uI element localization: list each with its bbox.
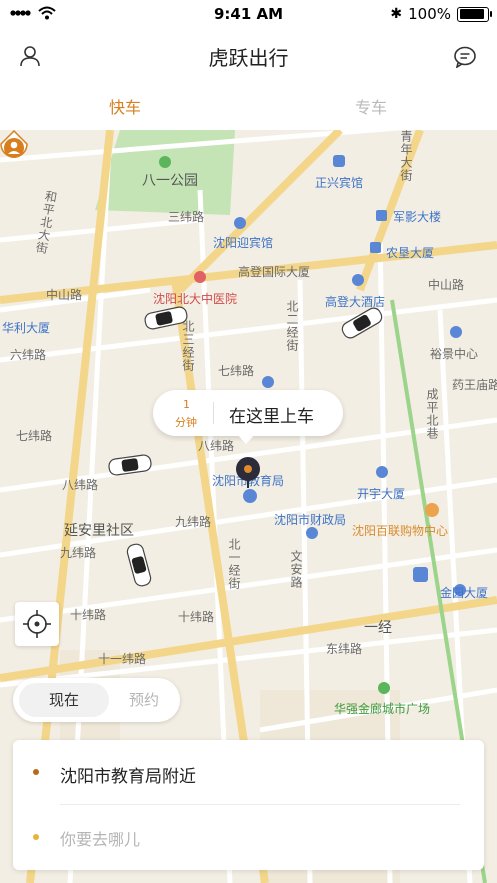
map-label-community: 延安里社区 xyxy=(64,523,134,539)
map-label-road-qiwei: 七纬路 xyxy=(218,364,255,378)
map-label-garden: 金园大厦 xyxy=(440,586,489,600)
map-label-hospital: 沈阳北大中医院 xyxy=(153,292,238,306)
tab-express[interactable]: 快车 xyxy=(109,94,141,118)
trip-divider xyxy=(60,804,460,805)
map-label-building1: 军影大楼 xyxy=(393,210,442,224)
map-label-road-bawei-w: 八纬路 xyxy=(62,478,99,492)
map-label-road-yaowang: 药王庙路 xyxy=(452,378,497,392)
bubble-tail xyxy=(237,434,255,444)
map-label-finance: 沈阳市财政局 xyxy=(274,513,347,527)
battery-percent: 100% xyxy=(408,5,451,23)
battery-icon xyxy=(457,6,492,22)
bluetooth-icon: ✱ xyxy=(390,6,403,22)
map-label-plaza: 华强金廊城市广场 xyxy=(334,702,431,716)
map-label-road-jiuwei-w: 九纬路 xyxy=(60,546,97,560)
map-label-building6: 开宇大厦 xyxy=(357,487,406,501)
map-label-road-erjing: 北二经街 xyxy=(285,300,299,352)
map-label-road-chengwai: 成平北巷 xyxy=(425,388,439,440)
map-label-road-bawei: 八纬路 xyxy=(198,439,235,453)
map-label-building4: 华利大厦 xyxy=(2,321,51,335)
map-label-building5: 裕景中心 xyxy=(430,347,479,361)
message-icon[interactable] xyxy=(453,46,477,68)
map-label-road-dongwei: 东纬路 xyxy=(326,642,363,656)
time-toggle: 现在 预约 xyxy=(13,678,180,722)
map-label-road-zhongshan-e: 中山路 xyxy=(428,278,465,292)
from-location: 沈阳市教育局附近 xyxy=(60,767,196,787)
pickup-label: 在这里上车 xyxy=(229,407,314,427)
map-label-road-shiwei: 十纬路 xyxy=(178,610,215,624)
trip-card: 沈阳市教育局附近 你要去哪儿 xyxy=(13,740,484,870)
map-label-road-qiwei-w: 七纬路 xyxy=(16,429,53,443)
reserve-option[interactable]: 预约 xyxy=(113,683,175,717)
user-location-icon xyxy=(0,130,28,158)
locate-button[interactable] xyxy=(15,602,59,646)
map-label-park: 八一公园 xyxy=(142,173,198,189)
bubble-divider xyxy=(213,402,214,424)
map-label-road-jiuwei: 九纬路 xyxy=(175,515,212,529)
map-label-road-sanwei: 三纬路 xyxy=(168,210,205,224)
from-row[interactable]: 沈阳市教育局附近 xyxy=(13,740,484,804)
map-label-road-shiyiwei: 十一纬路 xyxy=(98,652,147,666)
map-label-building3: 高登国际大厦 xyxy=(238,265,311,279)
map-label-road-beiyijing: 北一经街 xyxy=(227,538,241,590)
tab-premium[interactable]: 专车 xyxy=(355,94,387,118)
locate-icon xyxy=(23,610,51,638)
map-label-road-qingnian: 青年大街 xyxy=(399,130,413,182)
service-tabs: 快车 专车 xyxy=(0,84,497,130)
from-dot-icon xyxy=(33,769,39,775)
eta-unit: 分钟 xyxy=(175,416,197,429)
map-label-hotel1: 正兴宾馆 xyxy=(315,176,364,190)
map-label-mall: 沈阳百联购物中心 xyxy=(352,524,449,538)
status-bar: 9:41 AM ✱ 100% xyxy=(0,0,497,28)
pickup-pin-icon xyxy=(236,457,260,481)
map-label-road-sanjing: 北三经街 xyxy=(181,320,195,372)
map-label-road-yijing: 一经 xyxy=(364,620,392,636)
destination-input[interactable]: 你要去哪儿 xyxy=(60,826,140,850)
map-label-road-wenan: 文安路 xyxy=(289,550,303,589)
map-view[interactable]: 八一公园 正兴宾馆 军影大楼 沈阳迎宾馆 农垦大厦 中山路 中山路 高登国际大厦… xyxy=(0,130,497,883)
pickup-bubble[interactable]: 1 分钟 在这里上车 xyxy=(153,390,343,444)
eta-value: 1 xyxy=(183,398,190,411)
to-row[interactable]: 你要去哪儿 xyxy=(13,806,484,870)
map-label-road-shiwei-w: 十纬路 xyxy=(70,608,107,622)
now-option[interactable]: 现在 xyxy=(19,683,109,717)
map-label-road-zhongshan-w: 中山路 xyxy=(46,288,83,302)
map-label-hotel2: 沈阳迎宾馆 xyxy=(213,236,274,250)
page-title: 虎跃出行 xyxy=(208,46,289,70)
map-label-road-liuwei: 六纬路 xyxy=(10,348,47,362)
pin-stem xyxy=(247,480,249,488)
app-header: 虎跃出行 xyxy=(0,28,497,84)
map-label-building2: 农垦大厦 xyxy=(386,246,435,260)
to-dot-icon xyxy=(33,834,39,840)
